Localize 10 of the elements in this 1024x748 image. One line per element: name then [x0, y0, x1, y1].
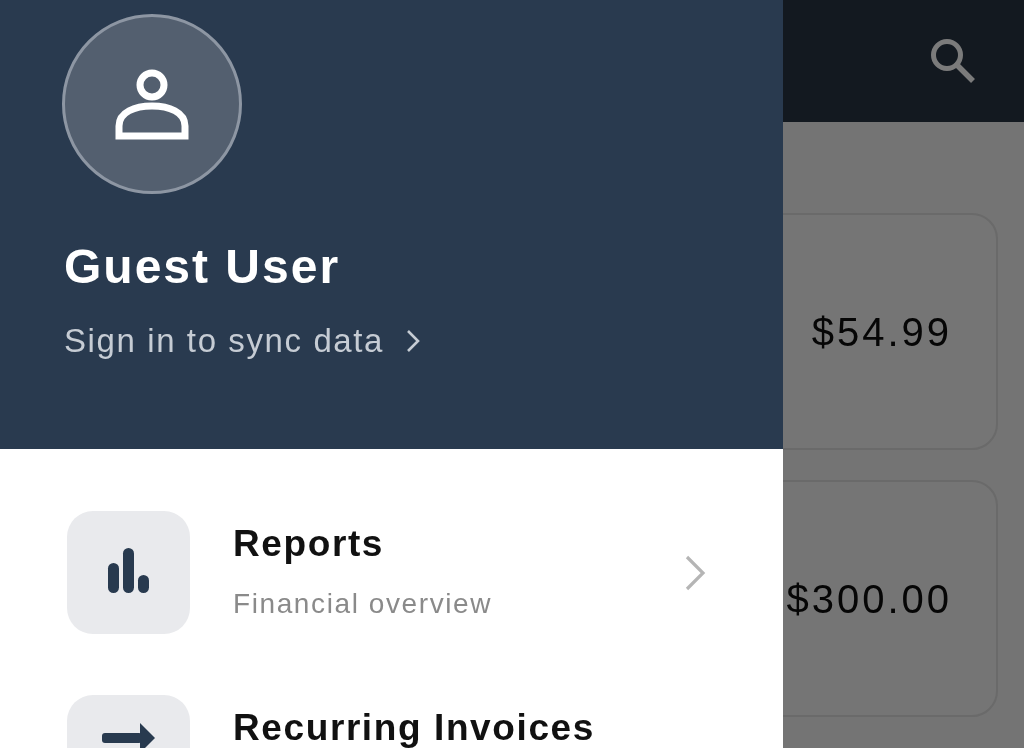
bar-chart-icon — [67, 511, 190, 634]
sign-in-link[interactable]: Sign in to sync data — [64, 319, 420, 363]
user-name: Guest User — [64, 239, 341, 295]
search-icon[interactable] — [930, 38, 976, 84]
menu-item-title[interactable]: Reports — [233, 525, 384, 562]
chevron-right-icon — [406, 329, 420, 354]
menu-item-title[interactable]: Recurring Invoices — [233, 709, 595, 746]
amount-text: $54.99 — [811, 308, 952, 356]
amount-text: $300.00 — [786, 575, 952, 623]
menu-item-subtitle: Financial overview — [233, 587, 493, 621]
